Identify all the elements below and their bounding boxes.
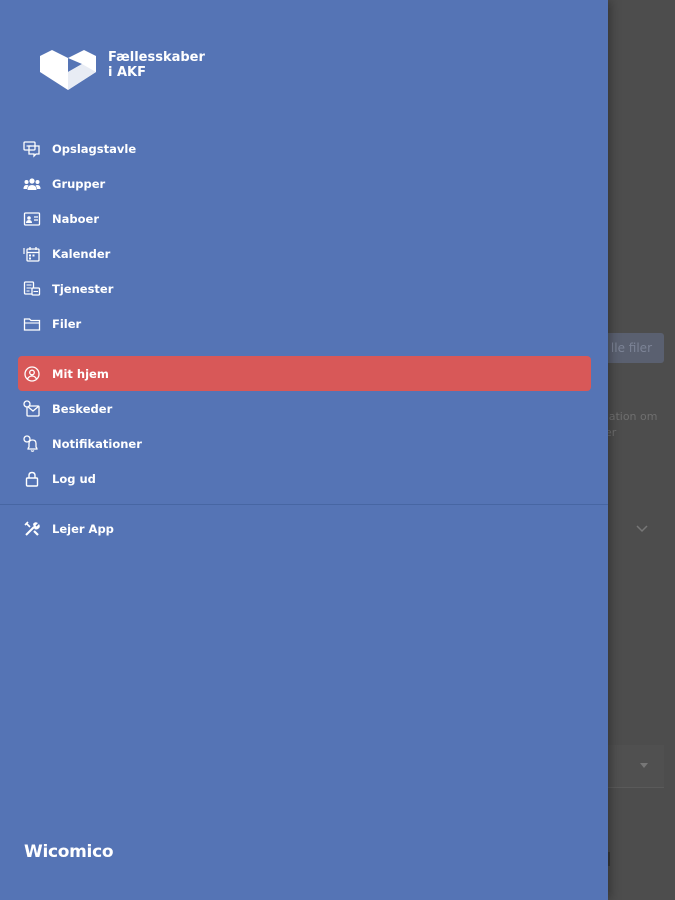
nav-divider bbox=[0, 504, 608, 505]
folder-icon bbox=[23, 315, 41, 333]
nav-item-label: Log ud bbox=[52, 471, 96, 486]
nav-item-label: Naboer bbox=[52, 211, 99, 226]
nav-item-lejer-app[interactable]: Lejer App bbox=[18, 511, 591, 546]
lock-icon bbox=[23, 470, 41, 488]
messages-icon bbox=[23, 399, 41, 418]
nav-item-label: Tjenester bbox=[52, 281, 114, 296]
brand-line-1: Fællesskaber bbox=[108, 50, 205, 65]
nav-item-label: Kalender bbox=[52, 246, 111, 261]
brand-name: Fællesskaber i AKF bbox=[108, 50, 205, 80]
nav-item-beskeder[interactable]: Beskeder bbox=[18, 391, 591, 426]
nav-item-naboer[interactable]: Naboer bbox=[18, 201, 591, 236]
tools-icon bbox=[23, 520, 41, 538]
nav-item-label: Beskeder bbox=[52, 401, 113, 416]
nav-item-label: Mit hjem bbox=[52, 366, 109, 381]
nav-item-label: Lejer App bbox=[52, 521, 114, 536]
brand-line-2: i AKF bbox=[108, 65, 146, 80]
user-circle-icon bbox=[23, 365, 41, 383]
nav-item-mit-hjem[interactable]: Mit hjem bbox=[18, 356, 591, 391]
nav-item-label: Grupper bbox=[52, 176, 106, 191]
nav-item-label: Notifikationer bbox=[52, 436, 142, 451]
nav-item-filer[interactable]: Filer bbox=[18, 306, 591, 341]
wicomico-logo: Wicomico bbox=[24, 842, 114, 862]
nav-item-grupper[interactable]: Grupper bbox=[18, 166, 591, 201]
services-icon bbox=[23, 280, 41, 298]
neighbors-icon bbox=[23, 210, 41, 228]
nav-item-log-ud[interactable]: Log ud bbox=[18, 461, 591, 496]
akf-logo-icon bbox=[40, 50, 96, 90]
nav-item-label: Filer bbox=[52, 316, 82, 331]
nav-item-label: Opslagstavle bbox=[52, 141, 137, 156]
nav-item-opslagstavle[interactable]: Opslagstavle bbox=[18, 131, 591, 166]
nav-item-kalender[interactable]: Kalender bbox=[18, 236, 591, 271]
chevron-down-icon bbox=[636, 525, 648, 533]
groups-icon bbox=[23, 175, 41, 193]
notifications-icon bbox=[23, 434, 41, 453]
navigation-drawer: Fællesskaber i AKF Opslagstavle Grupper … bbox=[0, 0, 608, 900]
nav-item-tjenester[interactable]: Tjenester bbox=[18, 271, 591, 306]
dropdown-arrow-icon bbox=[640, 763, 648, 768]
message-board-icon bbox=[23, 140, 41, 158]
nav-menu: Opslagstavle Grupper Naboer Kalender Tje… bbox=[18, 131, 591, 546]
nav-item-notifikationer[interactable]: Notifikationer bbox=[18, 426, 591, 461]
calendar-icon bbox=[23, 245, 41, 263]
